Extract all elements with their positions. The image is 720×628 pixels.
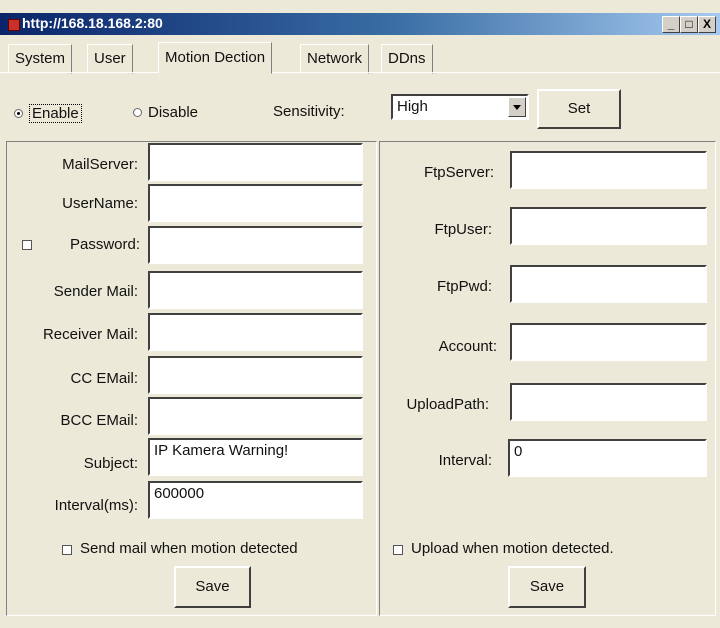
send-mail-checkbox-label: Send mail when motion detected [80, 540, 298, 557]
cc-email-label: CC EMail: [70, 370, 138, 387]
upload-path-input[interactable] [510, 383, 707, 421]
window-title: http://168.18.168.2:80 [22, 15, 163, 31]
tab-panel-border [0, 72, 720, 73]
ftp-interval-input[interactable]: 0 [508, 439, 707, 477]
tab-ddns[interactable]: DDns [381, 44, 433, 74]
chevron-down-icon[interactable] [508, 97, 526, 117]
ftp-pwd-label: FtpPwd: [436, 278, 492, 295]
enable-label: Enable [29, 104, 82, 123]
disable-radio-dot[interactable] [133, 108, 142, 117]
disable-radio[interactable]: Disable [133, 104, 198, 121]
mail-server-label: MailServer: [62, 156, 138, 173]
ftp-save-button[interactable]: Save [508, 566, 586, 608]
subject-input[interactable]: IP Kamera Warning! [148, 438, 363, 476]
app-icon [8, 19, 20, 31]
password-label: Password: [69, 236, 140, 253]
ftp-user-label: FtpUser: [434, 221, 492, 238]
enable-radio-dot[interactable] [14, 109, 23, 118]
cc-email-input[interactable] [148, 356, 363, 394]
upload-checkbox-label: Upload when motion detected. [411, 540, 614, 557]
ftp-user-input[interactable] [510, 207, 707, 245]
bcc-email-label: BCC EMail: [60, 412, 138, 429]
tab-network[interactable]: Network [300, 44, 370, 74]
interval-ms-label: Interval(ms): [54, 497, 138, 514]
account-input[interactable] [510, 323, 707, 361]
bcc-email-input[interactable] [148, 397, 363, 435]
upload-checkbox[interactable] [393, 545, 403, 555]
receiver-mail-input[interactable] [148, 313, 363, 351]
tab-system[interactable]: System [8, 44, 73, 74]
enable-radio[interactable]: Enable [14, 104, 82, 123]
sensitivity-value: High [397, 98, 428, 115]
sender-mail-label: Sender Mail: [53, 283, 138, 300]
ftp-server-input[interactable] [510, 151, 707, 189]
disable-label: Disable [148, 104, 199, 121]
close-button[interactable]: X [698, 16, 716, 33]
ftp-server-label: FtpServer: [423, 164, 494, 181]
username-input[interactable] [148, 184, 363, 222]
sensitivity-select[interactable]: High [391, 94, 529, 120]
mail-interval-input[interactable]: 600000 [148, 481, 363, 519]
upload-path-label: UploadPath: [406, 396, 489, 413]
sender-mail-input[interactable] [148, 271, 363, 309]
minimize-button[interactable]: _ [662, 16, 680, 33]
subject-label: Subject: [83, 455, 138, 472]
username-label: UserName: [62, 195, 138, 212]
account-label: Account: [438, 338, 497, 355]
receiver-mail-label: Receiver Mail: [42, 326, 138, 343]
tab-user[interactable]: User [87, 44, 133, 74]
mail-server-input[interactable] [148, 143, 363, 181]
maximize-button[interactable]: □ [680, 16, 698, 33]
ftp-pwd-input[interactable] [510, 265, 707, 303]
tab-motion-detection[interactable]: Motion Dection [158, 42, 273, 74]
send-mail-checkbox[interactable] [62, 545, 72, 555]
set-button[interactable]: Set [537, 89, 621, 129]
password-input[interactable] [148, 226, 363, 264]
password-checkbox[interactable] [22, 240, 32, 250]
mail-save-button[interactable]: Save [174, 566, 251, 608]
sensitivity-label: Sensitivity: [273, 103, 345, 120]
ftp-interval-label: Interval: [438, 452, 492, 469]
window-title-bar: http://168.18.168.2:80 _ □ X [0, 13, 720, 35]
